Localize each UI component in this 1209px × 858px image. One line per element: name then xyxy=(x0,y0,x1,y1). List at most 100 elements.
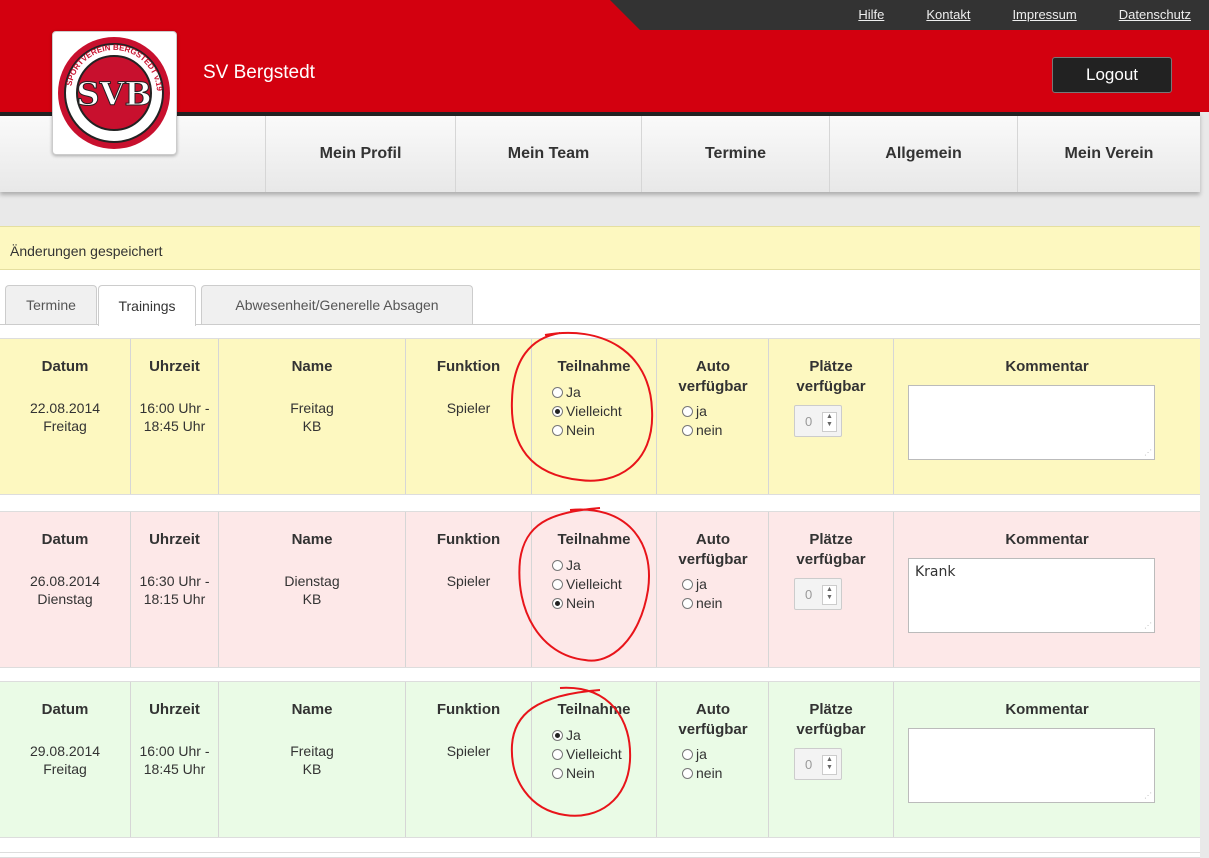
teilnahme-option-nein[interactable]: Nein xyxy=(552,421,656,440)
plaetze-stepper[interactable]: 0 ▲ ▼ xyxy=(794,748,842,780)
stepper-arrows-icon[interactable]: ▲ ▼ xyxy=(822,412,837,432)
radio-button[interactable] xyxy=(552,560,563,571)
name-line1: Freitag xyxy=(290,400,334,416)
radio-button[interactable] xyxy=(552,768,563,779)
plaetze-value: 0 xyxy=(805,757,813,772)
auto-radio-group: ja nein xyxy=(682,575,768,613)
header-teilnahme: Teilnahme xyxy=(557,701,631,718)
plaetze-value: 0 xyxy=(805,587,813,602)
header-kommentar: Kommentar xyxy=(1005,531,1089,548)
radio-button[interactable] xyxy=(552,579,563,590)
auto-option-nein[interactable]: nein xyxy=(682,594,768,613)
teilnahme-option-ja[interactable]: Ja xyxy=(552,726,656,745)
resize-grip-icon[interactable]: ⋰ xyxy=(1144,792,1152,800)
stepper-arrows-icon[interactable]: ▲ ▼ xyxy=(822,755,837,775)
club-logo[interactable]: SPORTVEREIN BERGSTEDT v.1948 HAMBURG SVB xyxy=(51,25,177,155)
link-hilfe[interactable]: Hilfe xyxy=(858,7,884,22)
radio-label: Ja xyxy=(566,557,581,573)
auto-option-ja[interactable]: ja xyxy=(682,745,768,764)
teilnahme-option-ja[interactable]: Ja xyxy=(552,556,656,575)
radio-button[interactable] xyxy=(552,730,563,741)
weekday-value: Dienstag xyxy=(37,591,93,607)
header-datum: Datum xyxy=(41,531,89,548)
link-datenschutz[interactable]: Datenschutz xyxy=(1119,7,1191,22)
teilnahme-option-nein[interactable]: Nein xyxy=(552,594,656,613)
radio-label: nein xyxy=(696,765,723,781)
teilnahme-option-nein[interactable]: Nein xyxy=(552,764,656,783)
plaetze-value: 0 xyxy=(805,414,813,429)
radio-button[interactable] xyxy=(682,425,693,436)
teilnahme-option-ja[interactable]: Ja xyxy=(552,383,656,402)
radio-button[interactable] xyxy=(682,768,693,779)
radio-label: Nein xyxy=(566,595,595,611)
radio-button[interactable] xyxy=(552,425,563,436)
cell-auto: Auto verfügbar ja nein xyxy=(656,512,768,667)
link-kontakt[interactable]: Kontakt xyxy=(926,7,970,22)
tab-trainings[interactable]: Trainings xyxy=(98,285,196,326)
radio-label: ja xyxy=(696,746,707,762)
stepper-arrows-icon[interactable]: ▲ ▼ xyxy=(822,585,837,605)
cell-funktion: Funktion Spieler xyxy=(405,339,531,494)
cell-datum: Datum 29.08.2014 Freitag xyxy=(0,682,130,837)
kommentar-text: Krank xyxy=(915,564,956,580)
name-line1: Freitag xyxy=(290,743,334,759)
teilnahme-option-vielleicht[interactable]: Vielleicht xyxy=(552,575,656,594)
radio-button[interactable] xyxy=(682,598,693,609)
kommentar-textarea[interactable]: Krank ⋰ xyxy=(908,558,1155,633)
name-line2: KB xyxy=(302,761,322,777)
teilnahme-option-vielleicht[interactable]: Vielleicht xyxy=(552,745,656,764)
radio-button[interactable] xyxy=(552,387,563,398)
link-impressum[interactable]: Impressum xyxy=(1012,7,1076,22)
nav-allgemein[interactable]: Allgemein xyxy=(829,116,1017,192)
cell-funktion: Funktion Spieler xyxy=(405,512,531,667)
resize-grip-icon[interactable]: ⋰ xyxy=(1144,449,1152,457)
cell-auto: Auto verfügbar ja nein xyxy=(656,339,768,494)
weekday-value: Freitag xyxy=(43,761,87,777)
funktion-value: Spieler xyxy=(446,573,491,589)
plaetze-stepper[interactable]: 0 ▲ ▼ xyxy=(794,405,842,437)
radio-button[interactable] xyxy=(552,749,563,760)
auto-option-nein[interactable]: nein xyxy=(682,421,768,440)
plaetze-stepper[interactable]: 0 ▲ ▼ xyxy=(794,578,842,610)
cell-uhrzeit: Uhrzeit 16:30 Uhr - 18:15 Uhr xyxy=(130,512,218,667)
auto-option-nein[interactable]: nein xyxy=(682,764,768,783)
radio-button[interactable] xyxy=(552,598,563,609)
nav-termine[interactable]: Termine xyxy=(641,116,829,192)
teilnahme-option-vielleicht[interactable]: Vielleicht xyxy=(552,402,656,421)
training-row-partial xyxy=(0,852,1200,858)
kommentar-textarea[interactable]: ⋰ xyxy=(908,728,1155,803)
header-teilnahme: Teilnahme xyxy=(557,358,631,375)
nav-mein-profil[interactable]: Mein Profil xyxy=(265,116,455,192)
resize-grip-icon[interactable]: ⋰ xyxy=(1144,622,1152,630)
header-funktion: Funktion xyxy=(436,358,501,375)
nav-mein-verein[interactable]: Mein Verein xyxy=(1017,116,1200,192)
tab-termine[interactable]: Termine xyxy=(5,285,97,324)
radio-button[interactable] xyxy=(682,749,693,760)
time-to: 18:45 Uhr xyxy=(143,761,206,777)
radio-button[interactable] xyxy=(682,579,693,590)
header-name: Name xyxy=(291,701,333,718)
cell-kommentar: Kommentar Krank ⋰ xyxy=(893,512,1200,667)
date-value: 29.08.2014 xyxy=(29,743,101,759)
cell-teilnahme: Teilnahme Ja Vielleicht Nein xyxy=(531,512,656,667)
nav-mein-team[interactable]: Mein Team xyxy=(455,116,641,192)
header-name: Name xyxy=(291,531,333,548)
auto-radio-group: ja nein xyxy=(682,745,768,783)
radio-label: Nein xyxy=(566,765,595,781)
date-block: 29.08.2014 Freitag xyxy=(0,742,130,778)
time-to: 18:15 Uhr xyxy=(143,591,206,607)
logout-button[interactable]: Logout xyxy=(1052,57,1172,93)
cell-uhrzeit: Uhrzeit 16:00 Uhr - 18:45 Uhr xyxy=(130,339,218,494)
top-links-bar: Hilfe Kontakt Impressum Datenschutz xyxy=(610,0,1209,30)
cell-datum: Datum 26.08.2014 Dienstag xyxy=(0,512,130,667)
tab-abwesenheit[interactable]: Abwesenheit/Generelle Absagen xyxy=(201,285,473,324)
cell-kommentar: Kommentar ⋰ xyxy=(893,339,1200,494)
auto-option-ja[interactable]: ja xyxy=(682,575,768,594)
kommentar-textarea[interactable]: ⋰ xyxy=(908,385,1155,460)
radio-button[interactable] xyxy=(552,406,563,417)
teilnahme-radio-group: Ja Vielleicht Nein xyxy=(552,726,656,783)
auto-option-ja[interactable]: ja xyxy=(682,402,768,421)
radio-button[interactable] xyxy=(682,406,693,417)
radio-label: nein xyxy=(696,422,723,438)
header-kommentar: Kommentar xyxy=(1005,701,1089,718)
